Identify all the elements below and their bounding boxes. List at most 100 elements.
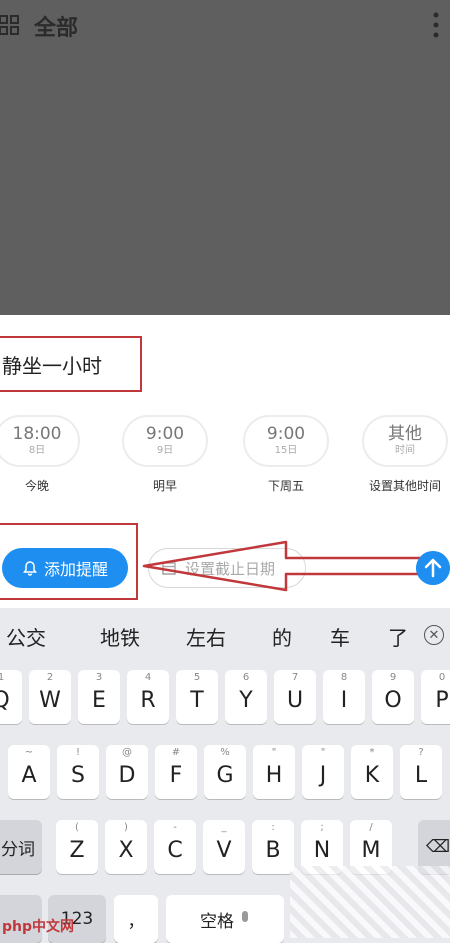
watermark-pattern — [290, 866, 450, 938]
key-k[interactable]: * K — [351, 745, 393, 799]
option-label: 今晚 — [24, 479, 49, 493]
key-p[interactable]: 0P — [421, 670, 450, 724]
key-letter: Y — [239, 688, 253, 713]
option-label: 明早 — [152, 479, 177, 493]
option-label: 下周五 — [267, 479, 304, 493]
key-hint: ) — [124, 822, 128, 833]
key-hint: _ — [221, 822, 227, 833]
key-hint: " — [320, 747, 326, 758]
key-b[interactable]: :B — [252, 820, 294, 874]
key-letter: T — [190, 688, 204, 713]
suggestion-item[interactable]: 车 — [330, 622, 350, 651]
key-hint: ! — [75, 747, 80, 758]
key-t[interactable]: 5T — [176, 670, 218, 724]
bell-icon — [22, 561, 37, 576]
key-letter: N — [313, 838, 331, 863]
key-c[interactable]: -C — [154, 820, 196, 874]
annotation-highlight-box — [0, 336, 142, 392]
segment-key[interactable]: 分词 — [0, 820, 42, 874]
key-i[interactable]: 8I — [323, 670, 365, 724]
time-chip[interactable]: 9:00 15日 — [243, 415, 329, 467]
space-key[interactable]: 空格 — [166, 895, 284, 943]
key-letter: M — [361, 838, 381, 863]
key-letter: R — [140, 688, 156, 713]
key-letter: L — [414, 763, 428, 788]
key-letter: S — [71, 763, 85, 788]
key-letter: H — [265, 763, 283, 788]
key-hint: % — [220, 747, 230, 758]
key-a[interactable]: ~ A — [8, 745, 50, 799]
key-hint: 5 — [193, 672, 201, 683]
key-hint: ? — [418, 747, 424, 758]
time-chip[interactable]: 18:00 8日 — [0, 415, 80, 467]
key-r[interactable]: 4R — [127, 670, 169, 724]
more-vert-icon[interactable] — [428, 10, 444, 40]
close-icon[interactable]: ✕ — [424, 625, 444, 645]
option-time: 9:00 — [145, 424, 185, 444]
key-z[interactable]: (Z — [56, 820, 98, 874]
quick-option-tomorrow-morning[interactable]: 9:00 9日 明早 — [120, 415, 210, 494]
time-chip[interactable]: 其他 时间 — [362, 415, 448, 467]
suggestion-item[interactable]: 公交 — [6, 622, 46, 651]
list-title[interactable]: 全部 — [34, 10, 78, 42]
grid-icon[interactable] — [0, 14, 20, 36]
key-letter: I — [340, 688, 348, 713]
suggestion-item[interactable]: 地铁 — [100, 622, 140, 651]
space-label: 空格 — [200, 911, 234, 932]
option-time: 9:00 — [266, 424, 306, 444]
quick-option-next-friday[interactable]: 9:00 15日 下周五 — [241, 415, 331, 494]
key-letter: A — [21, 763, 37, 788]
key-d[interactable]: @ D — [106, 745, 148, 799]
key-j[interactable]: " J — [302, 745, 344, 799]
quick-option-other-time[interactable]: 其他 时间 设置其他时间 — [360, 415, 450, 494]
key-letter: J — [319, 763, 327, 788]
key-hint: 6 — [242, 672, 250, 683]
key-y[interactable]: 6Y — [225, 670, 267, 724]
key-hint: 7 — [291, 672, 299, 683]
key-s[interactable]: ! S — [57, 745, 99, 799]
key-g[interactable]: % G — [204, 745, 246, 799]
option-time: 其他 — [388, 424, 422, 444]
key-letter: V — [216, 838, 232, 863]
key-hint: 0 — [438, 672, 446, 683]
key-hint: ( — [75, 822, 79, 833]
arrow-up-icon[interactable] — [416, 551, 450, 585]
key-f[interactable]: # F — [155, 745, 197, 799]
comma-key[interactable]: ， — [114, 895, 158, 943]
key-hint: 4 — [144, 672, 152, 683]
key-hint: 2 — [46, 672, 54, 683]
watermark-logo: php中文网 — [2, 919, 75, 935]
suggestion-item[interactable]: 了 — [388, 622, 408, 651]
key-h[interactable]: " H — [253, 745, 295, 799]
key-q[interactable]: 1Q — [0, 670, 22, 724]
key-letter: K — [364, 763, 380, 788]
annotation-arrow — [142, 540, 438, 592]
key-e[interactable]: 3E — [78, 670, 120, 724]
dimmed-background — [0, 0, 450, 315]
add-reminder-button[interactable]: 添加提醒 — [2, 548, 128, 588]
key-o[interactable]: 9O — [372, 670, 414, 724]
key-x[interactable]: ) X — [105, 820, 147, 874]
option-date: 8日 — [28, 445, 46, 456]
key-hint: 3 — [95, 672, 103, 683]
key-letter: U — [286, 688, 304, 713]
key-l[interactable]: ? L — [400, 745, 442, 799]
key-hint: 1 — [0, 672, 5, 683]
key-hint: 9 — [389, 672, 397, 683]
suggestion-item[interactable]: 的 — [272, 622, 292, 651]
time-chip[interactable]: 9:00 9日 — [122, 415, 208, 467]
key-w[interactable]: 2W — [29, 670, 71, 724]
key-letter: P — [435, 688, 449, 713]
option-time: 18:00 — [12, 424, 62, 444]
key-u[interactable]: 7U — [274, 670, 316, 724]
microphone-icon — [242, 911, 248, 922]
suggestion-item[interactable]: 左右 — [186, 622, 226, 651]
option-date: 9日 — [156, 445, 174, 456]
key-hint: : — [271, 822, 275, 833]
quick-option-tonight[interactable]: 18:00 8日 今晚 — [0, 415, 82, 494]
key-hint: " — [271, 747, 277, 758]
key-letter: Z — [69, 838, 85, 863]
key-v[interactable]: _ V — [203, 820, 245, 874]
key-hint: ; — [320, 822, 324, 833]
key-hint: - — [173, 822, 177, 833]
